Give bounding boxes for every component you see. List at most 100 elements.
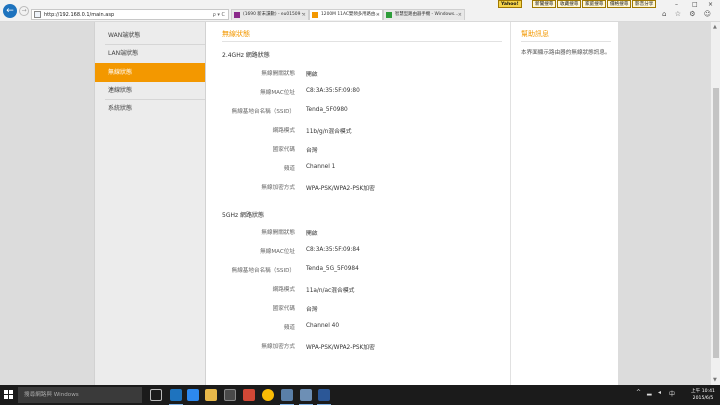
browser-tab-active[interactable]: 1200M 11AC雙頻多用路由... × (309, 9, 383, 20)
field-value: 11a/n/ac混合模式 (306, 288, 355, 294)
address-bar[interactable]: http://192.168.0.1/main.asp ρ ▾ C (31, 9, 229, 20)
field-value: C8:3A:35:5F:09:84 (306, 247, 360, 253)
field-label: 無線加密方式 (261, 185, 295, 191)
field-label: 無線基地台名稱（SSID） (231, 268, 295, 274)
page-icon (34, 11, 41, 18)
taskbar-search-input[interactable]: 搜尋網路與 Windows (18, 387, 142, 403)
ime-icon[interactable]: 中 (669, 389, 675, 398)
field-label: 無線加密方式 (261, 344, 295, 350)
page-favicon-icon (386, 12, 392, 18)
sidebar-item-system-status[interactable]: 系統狀態 (95, 100, 205, 117)
vertical-scrollbar[interactable]: ▲ ▼ (710, 22, 720, 385)
browser-tool-icons[interactable]: ⌂ ☆ ⚙ ☺ (662, 10, 714, 18)
ie-browser-icon[interactable] (169, 389, 183, 405)
toolbar-video-share[interactable]: 影音分享 (632, 0, 657, 8)
network-icon[interactable]: ▂ (647, 389, 652, 396)
sidebar-item-label: 無線狀態 (108, 69, 133, 76)
page-title: 無線狀態 (222, 30, 250, 38)
field-value: Channel 40 (306, 323, 340, 329)
field-value: 台灣 (306, 307, 318, 313)
show-hidden-icons-icon[interactable]: ^ (636, 389, 641, 396)
toolbar-favorite-search[interactable]: 收藏搜尋 (557, 0, 582, 8)
tab-label: 1200M 11AC雙頻多用路由... (321, 12, 380, 17)
field-label: 國家代碼 (272, 147, 295, 153)
field-value: WPA-PSK/WPA2-PSK加密 (306, 345, 375, 351)
toolbar-yahoo[interactable]: Yahoo! (498, 0, 522, 8)
field-value: 台灣 (306, 148, 318, 154)
browser-tab[interactable]: 智慧型路由器手機 - Windows... × (383, 9, 465, 20)
minimize-button[interactable]: – (675, 1, 678, 9)
field-label: 無線開關狀態 (261, 71, 295, 77)
scrollbar-thumb[interactable] (713, 88, 719, 358)
media-icon[interactable] (243, 389, 255, 401)
scroll-up-icon[interactable]: ▲ (713, 24, 717, 30)
store-icon[interactable] (224, 389, 236, 401)
field-label: 頻道 (283, 166, 295, 172)
maximize-button[interactable]: □ (692, 1, 698, 9)
help-panel: 幫助訊息 本界面顯示路由器的無線狀態訊息。 (510, 22, 618, 385)
field-value: 11b/g/n混合模式 (306, 129, 352, 135)
sidebar-item-connection-status[interactable]: 連線狀態 (95, 82, 205, 99)
clock-time: 上午 10:41 (691, 389, 715, 394)
field-label: 網路模式 (272, 128, 295, 134)
close-window-button[interactable]: × (708, 1, 713, 9)
clock-date: 2015/6/5 (692, 396, 714, 401)
close-tab-icon[interactable]: × (376, 10, 380, 20)
windows-start-icon[interactable] (4, 390, 14, 400)
word-icon[interactable] (317, 389, 331, 405)
browser-tab[interactable]: (1690 新未讀數) - eu01509 - × (231, 9, 309, 20)
tab-label: (1690 新未讀數) - eu01509 - (243, 12, 304, 17)
taskbar: 搜尋網路與 Windows ^ ▂ ◂ 中 上午 10:41 2015/6/5 (0, 385, 720, 405)
group-title-5g: 5GHz 網路狀態 (222, 212, 265, 219)
field-label: 網路模式 (272, 287, 295, 293)
tab-label: 智慧型路由器手機 - Windows... (395, 12, 459, 17)
sidebar-item-lan-status[interactable]: LAN端狀態 (95, 45, 205, 62)
field-value: 開啟 (306, 72, 318, 78)
sidebar-item-label: 系統狀態 (108, 105, 133, 112)
mail-favicon-icon (234, 12, 240, 18)
field-value: 開啟 (306, 231, 318, 237)
sidebar-item-label: LAN端狀態 (108, 50, 139, 57)
field-value: WPA-PSK/WPA2-PSK加密 (306, 186, 375, 192)
field-value: Channel 1 (306, 164, 336, 170)
file-explorer-icon[interactable] (205, 389, 217, 401)
close-tab-icon[interactable]: × (302, 10, 306, 20)
address-tools[interactable]: ρ ▾ C (213, 11, 225, 19)
router-favicon-icon (312, 12, 318, 18)
group-title-2g: 2.4GHz 網路狀態 (222, 52, 270, 59)
sidebar-item-wireless-status[interactable]: 無線狀態 (95, 63, 205, 82)
help-text: 本界面顯示路由器的無線狀態訊息。 (521, 50, 611, 56)
edge-icon[interactable] (187, 389, 199, 401)
forward-button[interactable]: → (19, 6, 29, 16)
app-window-icon[interactable] (280, 389, 294, 405)
app-window-icon[interactable] (299, 389, 313, 405)
chrome-icon[interactable] (262, 389, 274, 401)
toolbar-news-search[interactable]: 新聞搜尋 (532, 0, 557, 8)
arrow-left-icon: ← (6, 6, 14, 16)
address-url[interactable]: http://192.168.0.1/main.asp (44, 11, 114, 19)
help-divider (521, 41, 611, 42)
sidebar-item-label: 連線狀態 (108, 87, 133, 94)
field-value: C8:3A:35:5F:09:80 (306, 88, 360, 94)
field-label: 無線基地台名稱（SSID） (231, 109, 295, 115)
sidebar-item-label: WAN端狀態 (108, 32, 141, 39)
toolbar-home-search[interactable]: 家庭搜尋 (582, 0, 607, 8)
task-view-icon[interactable] (150, 389, 162, 401)
sidebar: WAN端狀態 LAN端狀態 無線狀態 連線狀態 系統狀態 (94, 22, 206, 385)
arrow-right-icon: → (21, 7, 27, 14)
scroll-down-icon[interactable]: ▼ (713, 377, 717, 383)
field-value: Tenda_5F0980 (306, 107, 348, 113)
page-area: WAN端狀態 LAN端狀態 無線狀態 連線狀態 系統狀態 無線狀態 2.4GHz… (0, 22, 710, 385)
toolbar-price-search[interactable]: 價格搜尋 (607, 0, 632, 8)
main-content: 無線狀態 2.4GHz 網路狀態 無線開關狀態 開啟 無線MAC位址 C8:3A… (206, 22, 510, 385)
close-tab-icon[interactable]: × (458, 10, 462, 20)
back-button[interactable]: ← (3, 4, 17, 18)
sidebar-item-wan-status[interactable]: WAN端狀態 (95, 27, 205, 44)
title-divider (222, 41, 502, 42)
field-label: 國家代碼 (272, 306, 295, 312)
field-label: 無線MAC位址 (260, 249, 295, 255)
field-value: Tenda_5G_5F0984 (306, 266, 359, 272)
volume-icon[interactable]: ◂ (658, 389, 661, 396)
field-label: 無線開關狀態 (261, 230, 295, 236)
taskbar-clock[interactable]: 上午 10:41 2015/6/5 (690, 388, 716, 402)
